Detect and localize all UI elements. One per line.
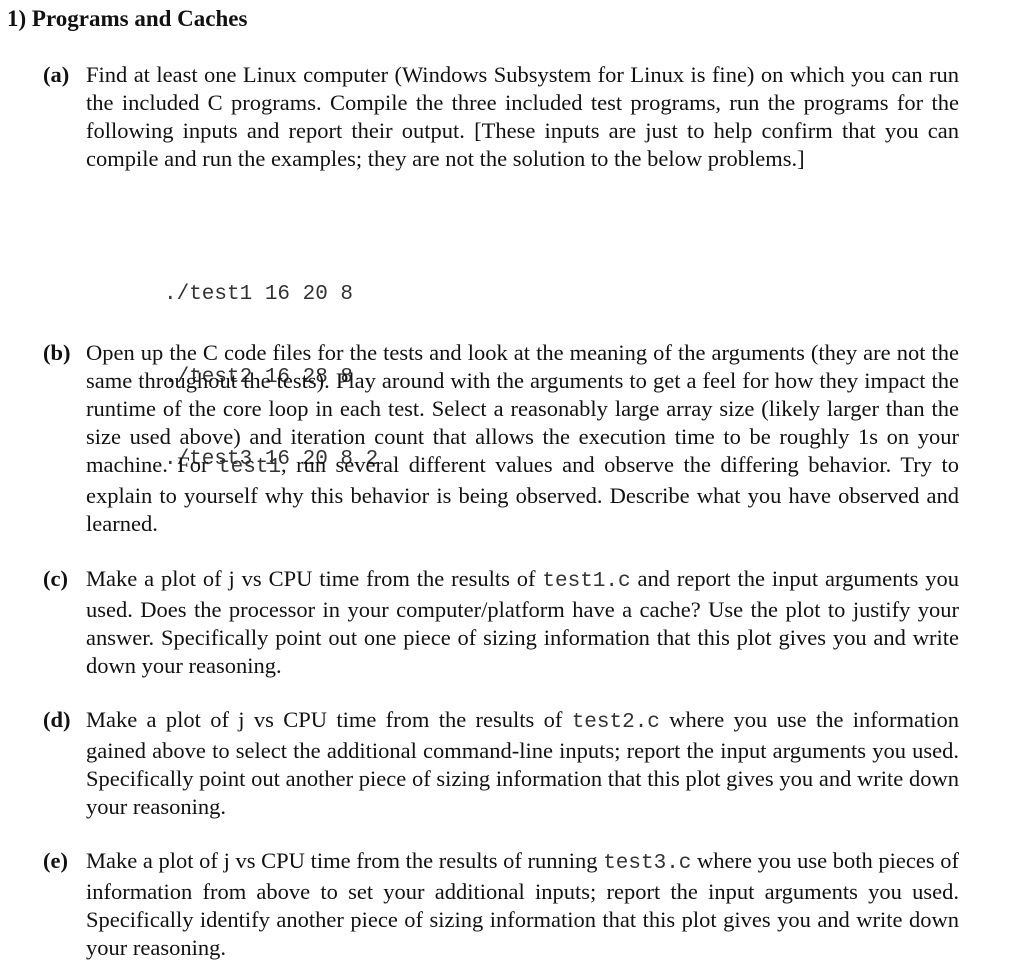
part-label: (c) xyxy=(43,566,68,591)
part-label: (a) xyxy=(43,62,70,87)
inline-code: test1.c xyxy=(542,570,631,593)
question-part-a: (a) Find at least one Linux computer (Wi… xyxy=(43,61,959,173)
text-run: Make a plot of j vs CPU time from the re… xyxy=(86,566,543,591)
part-text: Make a plot of j vs CPU time from the re… xyxy=(86,565,959,680)
part-text: Make a plot of j vs CPU time from the re… xyxy=(86,847,959,962)
question-part-e: (e) Make a plot of j vs CPU time from th… xyxy=(43,847,959,962)
text-run: Find at least one Linux computer (Window… xyxy=(86,62,959,171)
inline-code: test2.c xyxy=(571,711,660,734)
part-text: Find at least one Linux computer (Window… xyxy=(86,61,959,173)
part-label: (d) xyxy=(43,707,71,732)
text-run: Make a plot of j vs CPU time from the re… xyxy=(86,707,572,732)
command-line: ./test1 16 20 8 xyxy=(164,283,354,306)
question-part-c: (c) Make a plot of j vs CPU time from th… xyxy=(43,565,959,680)
inline-code: test1 xyxy=(218,456,282,479)
part-text: Make a plot of j vs CPU time from the re… xyxy=(86,706,959,821)
inline-code: test3.c xyxy=(603,852,692,875)
part-text: Open up the C code files for the tests a… xyxy=(86,339,959,538)
section-heading: 1) Programs and Caches xyxy=(7,6,248,31)
text-run: Make a plot of j vs CPU time from the re… xyxy=(86,848,604,873)
part-label: (b) xyxy=(43,340,71,365)
part-label: (e) xyxy=(43,848,68,873)
question-part-b: (b) Open up the C code files for the tes… xyxy=(43,339,959,538)
question-part-d: (d) Make a plot of j vs CPU time from th… xyxy=(43,706,959,821)
